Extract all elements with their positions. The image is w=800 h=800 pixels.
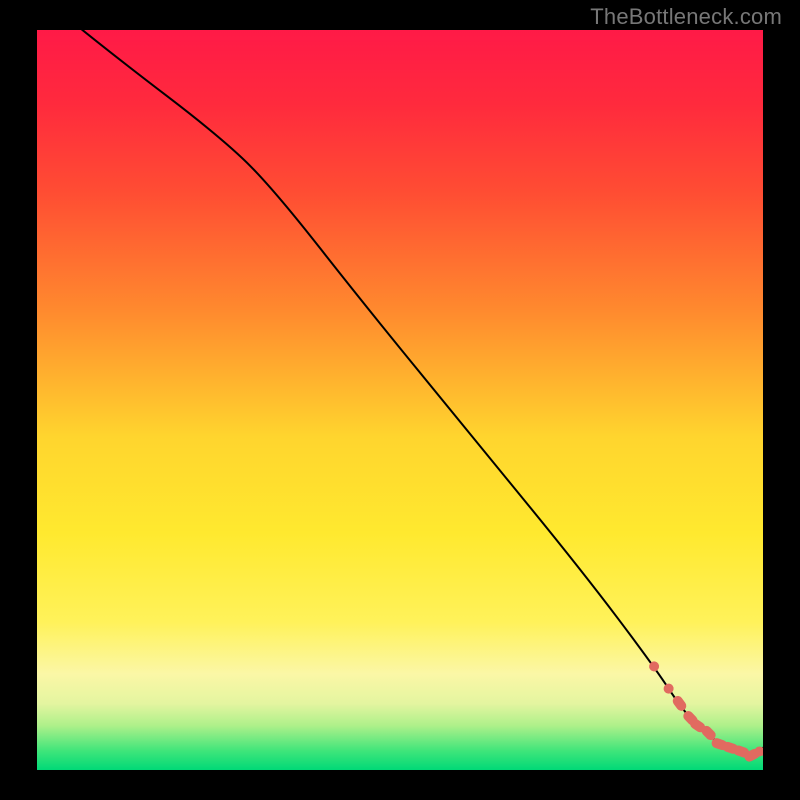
chart-frame: TheBottleneck.com: [0, 0, 800, 800]
watermark-text: TheBottleneck.com: [590, 4, 782, 30]
chart-svg: [37, 30, 763, 770]
gradient-background: [37, 30, 763, 770]
bottleneck-chart: [37, 30, 763, 770]
